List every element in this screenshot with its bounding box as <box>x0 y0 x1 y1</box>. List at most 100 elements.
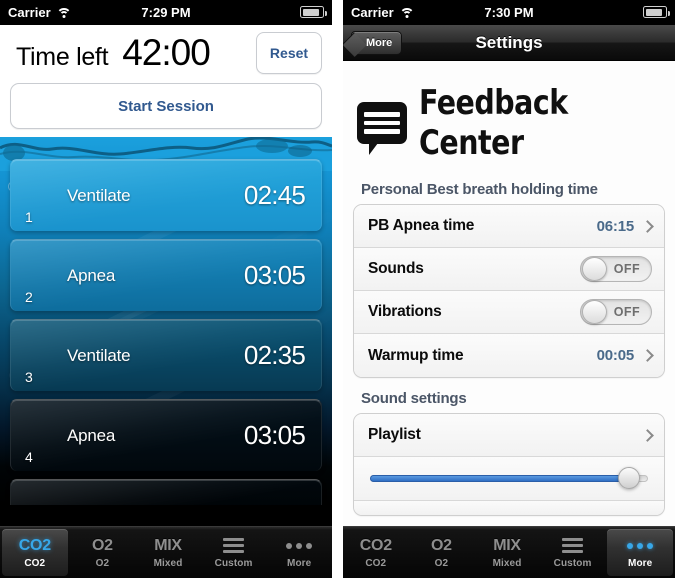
start-session-button[interactable]: Start Session <box>10 83 322 129</box>
session-list: 1 Ventilate 02:45 2 Apnea 03:05 3 Ventil… <box>0 137 332 505</box>
session-row-time: 02:35 <box>243 340 306 370</box>
mix-icon: MIX <box>154 536 182 554</box>
timer-readout: Time left 42:00 <box>10 32 211 74</box>
row-label: Playlist <box>368 426 421 443</box>
session-row[interactable]: 3 Ventilate 02:35 <box>10 319 322 391</box>
tab-mixed[interactable]: MIX Mixed <box>474 527 540 578</box>
toggle-state: OFF <box>613 305 640 319</box>
right-phone-screen: Carrier 7:30 PM More Settings Feedback C… <box>343 0 675 578</box>
toggle-state: OFF <box>613 262 640 276</box>
settings-row-sounds[interactable]: Sounds OFF <box>354 248 664 291</box>
tab-co2[interactable]: CO2 CO2 <box>2 529 68 576</box>
bars-icon <box>562 537 584 555</box>
settings-row-partial <box>354 501 664 515</box>
chevron-right-icon <box>641 219 654 233</box>
session-list-water-background: 1 Ventilate 02:45 2 Apnea 03:05 3 Ventil… <box>0 137 332 505</box>
tab-custom[interactable]: Custom <box>201 527 267 578</box>
slider-knob[interactable] <box>617 467 640 489</box>
session-row-name: Ventilate <box>67 185 131 205</box>
settings-content: Feedback Center Personal Best breath hol… <box>343 61 675 526</box>
session-row-name: Apnea <box>67 425 116 445</box>
tab-more[interactable]: More <box>607 529 673 576</box>
tab-bar: CO2 CO2 O2 O2 MIX Mixed Custom More <box>0 526 332 578</box>
tab-label: Custom <box>553 557 592 569</box>
session-row[interactable]: 4 Apnea 03:05 <box>10 399 322 471</box>
section-header-personal-best: Personal Best breath holding time <box>361 181 598 198</box>
co2-icon: CO2 <box>359 536 392 554</box>
session-row-index: 3 <box>25 369 33 385</box>
chevron-right-icon <box>641 349 654 362</box>
tab-co2[interactable]: CO2 CO2 <box>343 527 409 578</box>
tab-bar: CO2 CO2 O2 O2 MIX Mixed Custom More <box>343 526 675 578</box>
status-bar: Carrier 7:30 PM <box>343 0 675 25</box>
time-left-label: Time left <box>16 43 109 71</box>
session-row[interactable]: 2 Apnea 03:05 <box>10 239 322 311</box>
tab-label: Custom <box>214 557 253 569</box>
settings-group-sound: Playlist <box>353 413 665 516</box>
session-row[interactable]: 1 Ventilate 02:45 <box>10 159 322 231</box>
tab-label: O2 <box>434 557 449 569</box>
battery-icon <box>643 6 670 18</box>
tab-o2[interactable]: O2 O2 <box>70 527 136 578</box>
status-bar-time: 7:29 PM <box>141 5 191 20</box>
tab-mixed[interactable]: MIX Mixed <box>135 527 201 578</box>
toggle-knob <box>582 300 607 324</box>
row-label: PB Apnea time <box>368 217 475 234</box>
dots-icon <box>286 537 313 555</box>
row-value: 00:05 <box>596 347 635 364</box>
status-bar-time: 7:30 PM <box>484 5 534 20</box>
dots-icon <box>627 537 654 555</box>
left-phone-screen: Carrier 7:29 PM Time left 42:00 Reset St… <box>0 0 332 578</box>
navigation-bar: More Settings <box>343 25 675 61</box>
panel-divider <box>332 0 343 578</box>
tab-label: CO2 <box>24 557 46 569</box>
tab-label: Mixed <box>153 557 183 569</box>
settings-row-playlist[interactable]: Playlist <box>354 414 664 457</box>
settings-row-volume <box>354 457 664 501</box>
timer-row: Time left 42:00 Reset <box>10 31 322 75</box>
speech-bubble-icon <box>357 102 408 155</box>
o2-icon: O2 <box>92 536 113 554</box>
back-button-label: More <box>366 37 393 49</box>
tab-label: O2 <box>95 557 110 569</box>
o2-icon: O2 <box>431 536 452 554</box>
feedback-center-title: Feedback Center <box>419 83 568 163</box>
toggle-knob <box>582 257 607 281</box>
back-button[interactable]: More <box>351 31 403 55</box>
session-row-index: 2 <box>25 289 33 305</box>
tab-more[interactable]: More <box>266 527 332 578</box>
timer-panel: Time left 42:00 Reset Start Session <box>0 25 332 137</box>
vibrations-toggle[interactable]: OFF <box>580 299 652 325</box>
tab-label: More <box>287 557 312 569</box>
session-row-partial[interactable] <box>10 479 322 505</box>
session-row-index: 4 <box>25 449 33 465</box>
settings-row-warmup-time[interactable]: Warmup time 00:05 <box>354 334 664 377</box>
session-row-time: 02:45 <box>243 180 306 210</box>
tab-label: CO2 <box>365 557 387 569</box>
settings-row-pb-apnea-time[interactable]: PB Apnea time 06:15 <box>354 205 664 248</box>
volume-slider[interactable] <box>370 467 648 489</box>
battery-icon <box>300 6 327 18</box>
bars-icon <box>223 537 245 555</box>
status-bar: Carrier 7:29 PM <box>0 0 332 25</box>
tab-label: More <box>628 557 653 569</box>
slider-fill <box>370 475 629 482</box>
chevron-right-icon <box>641 428 654 442</box>
tab-custom[interactable]: Custom <box>540 527 606 578</box>
session-row-time: 03:05 <box>243 420 306 450</box>
reset-button[interactable]: Reset <box>256 32 322 74</box>
session-row-time: 03:05 <box>243 260 306 290</box>
session-row-name: Apnea <box>67 265 116 285</box>
sounds-toggle[interactable]: OFF <box>580 256 652 282</box>
feedback-center-logo: Feedback Center <box>343 61 675 169</box>
session-row-name: Ventilate <box>67 345 131 365</box>
mix-icon: MIX <box>493 536 521 554</box>
settings-row-vibrations[interactable]: Vibrations OFF <box>354 291 664 334</box>
row-label: Vibrations <box>368 303 442 320</box>
session-row-index: 1 <box>25 209 33 225</box>
page-title: Settings <box>475 32 543 52</box>
section-header-sound-settings: Sound settings <box>361 390 467 407</box>
co2-icon: CO2 <box>18 536 51 554</box>
time-left-value: 42:00 <box>122 32 211 73</box>
tab-o2[interactable]: O2 O2 <box>409 527 475 578</box>
